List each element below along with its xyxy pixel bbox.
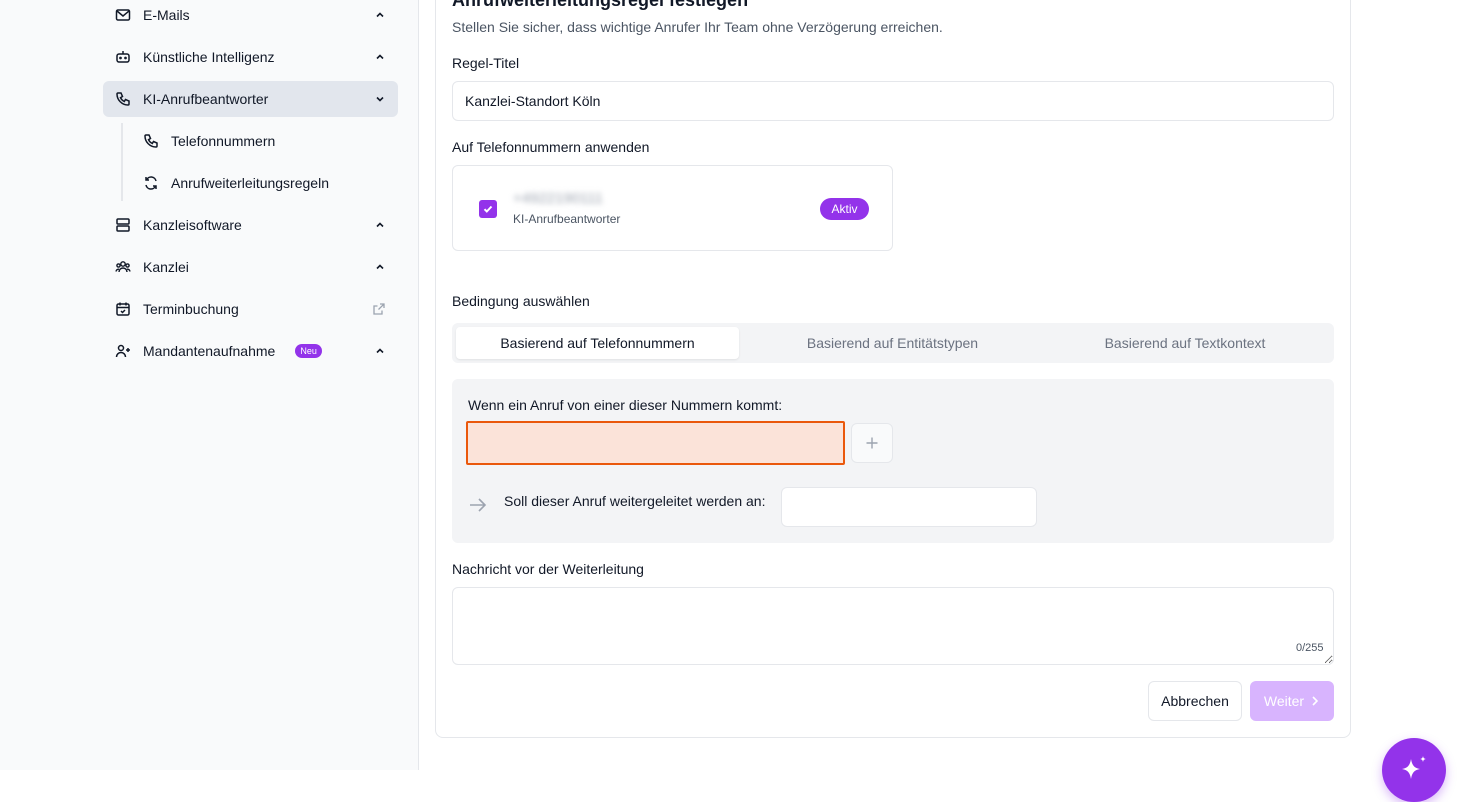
page-subtitle: Stellen Sie sicher, dass wichtige Anrufe… (452, 19, 943, 35)
calendar-icon (116, 302, 130, 316)
new-badge: Neu (295, 344, 322, 358)
cancel-button[interactable]: Abbrechen (1148, 681, 1242, 721)
sidebar: E-Mails Künstliche Intelligenz KI-Anrufb… (0, 0, 419, 770)
external-link-icon (373, 303, 385, 315)
tab-textkontext[interactable]: Basierend auf Textkontext (1040, 327, 1330, 359)
next-button[interactable]: Weiter (1250, 681, 1334, 721)
sidebar-subitem-anrufweiterleitungsregeln[interactable]: Anrufweiterleitungsregeln (131, 165, 398, 201)
sidebar-item-label: Terminbuchung (143, 301, 239, 317)
sidebar-item-mandantenaufnahme[interactable]: Mandantenaufnahme Neu (103, 333, 398, 369)
sidebar-item-label: Künstliche Intelligenz (143, 49, 275, 65)
sidebar-item-kanzleisoftware[interactable]: Kanzleisoftware (103, 207, 398, 243)
chevron-up-icon (376, 12, 384, 18)
sidebar-item-label: Kanzleisoftware (143, 217, 242, 233)
condition-box: Wenn ein Anruf von einer dieser Nummern … (452, 379, 1334, 543)
ai-assistant-button[interactable] (1382, 738, 1446, 802)
arrow-right-icon (470, 498, 487, 512)
sidebar-subitem-label: Anrufweiterleitungsregeln (171, 175, 329, 191)
plus-icon (866, 437, 878, 449)
phone-subtitle: KI-Anrufbeantworter (513, 212, 621, 226)
apply-phones-label: Auf Telefonnummern anwenden (452, 139, 650, 155)
phone-checkbox[interactable] (479, 200, 497, 218)
forward-text: Soll dieser Anruf weitergeleitet werden … (504, 493, 766, 509)
message-textarea[interactable] (452, 587, 1334, 665)
phone-number: +4922190111 (513, 190, 603, 207)
sidebar-subitem-label: Telefonnummern (171, 133, 276, 149)
bot-icon (116, 51, 130, 63)
submenu-line (121, 123, 123, 201)
phone-icon (144, 134, 158, 148)
sidebar-item-label: E-Mails (143, 7, 190, 23)
rule-title-label: Regel-Titel (452, 55, 520, 71)
sidebar-item-label: Kanzlei (143, 259, 189, 275)
chevron-up-icon (376, 348, 384, 354)
mail-icon (115, 9, 131, 21)
chevron-up-icon (376, 54, 384, 60)
tab-entitaetstypen[interactable]: Basierend auf Entitätstypen (745, 327, 1040, 359)
page-title: Anrufweiterleitungsregel festlegen (452, 0, 749, 10)
rule-title-input[interactable] (452, 81, 1334, 121)
condition-label: Bedingung auswählen (452, 293, 590, 309)
sidebar-item-kanzlei[interactable]: Kanzlei (103, 249, 398, 285)
tab-telefonnummern[interactable]: Basierend auf Telefonnummern (456, 327, 739, 359)
sidebar-item-label-wrap: Mandantenaufnahme Neu (143, 343, 322, 359)
sidebar-item-label: KI-Anrufbeantworter (143, 91, 269, 107)
status-badge: Aktiv (820, 198, 869, 220)
sidebar-subitem-telefonnummern[interactable]: Telefonnummern (131, 123, 398, 159)
chevron-right-icon (1312, 696, 1319, 706)
bottom-strip (0, 770, 1470, 802)
add-number-button[interactable] (851, 423, 893, 463)
server-icon (116, 218, 130, 232)
phone-number-card: +4922190111 KI-Anrufbeantworter Aktiv (452, 165, 893, 251)
users-icon (115, 261, 131, 273)
sidebar-item-terminbuchung[interactable]: Terminbuchung (103, 291, 398, 327)
message-label: Nachricht vor der Weiterleitung (452, 561, 644, 577)
sparkle-icon (1402, 756, 1426, 779)
phone-icon (116, 92, 130, 106)
forward-target-input[interactable] (781, 487, 1037, 527)
sidebar-item-ki-anrufbeantworter[interactable]: KI-Anrufbeantworter (103, 81, 398, 117)
chevron-up-icon (376, 264, 384, 270)
user-plus-icon (115, 344, 130, 358)
chevron-up-icon (376, 222, 384, 228)
caller-number-input[interactable] (466, 421, 845, 465)
chevron-down-icon (376, 96, 384, 102)
sidebar-item-emails[interactable]: E-Mails (103, 0, 398, 33)
refresh-icon (145, 176, 157, 190)
char-counter: 0/255 (1296, 642, 1324, 654)
next-button-label: Weiter (1263, 693, 1305, 709)
sidebar-item-label: Mandantenaufnahme (143, 343, 276, 359)
sidebar-item-ki[interactable]: Künstliche Intelligenz (103, 39, 398, 75)
condition-text: Wenn ein Anruf von einer dieser Nummern … (468, 397, 783, 413)
check-icon (483, 205, 493, 213)
condition-tabs: Basierend auf Telefonnummern Basierend a… (452, 323, 1334, 363)
